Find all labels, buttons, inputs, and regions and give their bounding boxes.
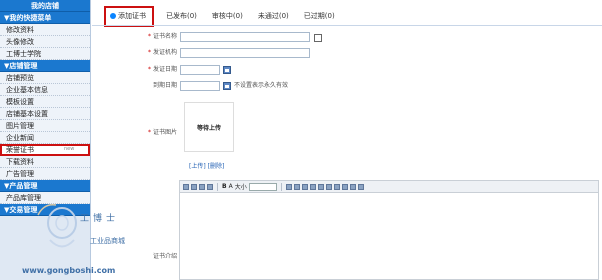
unlink-icon[interactable]	[293, 183, 300, 190]
copy-icon[interactable]	[191, 183, 197, 190]
sidebar-item-academy[interactable]: 工博士学院	[0, 48, 90, 60]
issue-date-label: * 发证日期	[147, 66, 177, 73]
sidebar-item-store-settings[interactable]: 店铺基本设置	[0, 108, 90, 120]
paste-text-icon[interactable]	[207, 183, 213, 190]
image-icon[interactable]	[301, 183, 308, 190]
upload-link[interactable]: [上传]	[189, 163, 206, 170]
tab-published[interactable]: 已发布(0)	[166, 11, 197, 21]
tab-rejected[interactable]: 未通过(0)	[258, 11, 289, 21]
sidebar-section-trade-manage[interactable]: ▼交易管理	[0, 204, 90, 216]
sidebar-item-ads[interactable]: 广告管理	[0, 168, 90, 180]
tab-bar: 添加证书 已发布(0) 审核中(0) 未通过(0) 已过期(0)	[92, 0, 602, 30]
sidebar-section-store-manage[interactable]: ▼店铺管理	[0, 60, 90, 72]
add-circle-icon	[110, 12, 116, 19]
intro-label: 证书介绍	[152, 253, 177, 260]
row-intro: 证书介绍	[92, 252, 592, 262]
tab-divider	[92, 25, 602, 26]
sidebar: 我的店铺 ▼我的快捷菜单 修改资料 头像修改 工博士学院 ▼店铺管理 店铺预览 …	[0, 0, 91, 280]
align-left-icon[interactable]	[333, 183, 340, 190]
watermark-subtitle: 工业品商城	[90, 237, 125, 245]
row-issue-date: * 发证日期	[92, 65, 592, 75]
table-icon[interactable]	[309, 183, 316, 190]
row-cert-name: * 证书名称	[92, 32, 592, 42]
tab-add-certificate[interactable]: 添加证书	[104, 5, 154, 27]
sidebar-title: 我的店铺	[0, 0, 90, 12]
sidebar-item-downloads[interactable]: 下载资料	[0, 156, 90, 168]
bold-icon[interactable]: B	[222, 183, 227, 190]
font-size-label: 大小	[234, 184, 247, 191]
sidebar-item-image-manage[interactable]: 图片管理	[0, 120, 90, 132]
sidebar-item-product-library[interactable]: 产品库管理	[0, 192, 90, 204]
tab-add-certificate-label: 添加证书	[118, 11, 146, 20]
row-issuer: * 发证机构	[92, 48, 592, 58]
sidebar-item-company-news[interactable]: 企业新闻	[0, 132, 90, 144]
sidebar-item-store-preview[interactable]: 店铺预览	[0, 72, 90, 84]
expire-date-label: 到期日期	[152, 82, 177, 89]
row-expire-date: 到期日期 不设置表示永久有效	[92, 81, 592, 91]
align-center-icon[interactable]	[341, 183, 348, 190]
image-upload-preview: 等待上传	[184, 102, 234, 152]
cert-image-label: * 证书图片	[147, 129, 177, 136]
cert-name-label: * 证书名称	[147, 33, 177, 40]
calendar-icon[interactable]	[223, 82, 231, 90]
expire-date-input[interactable]	[180, 81, 220, 91]
sidebar-item-avatar[interactable]: 头像修改	[0, 36, 90, 48]
certificate-form: * 证书名称 * 发证机构 * 发证日期 到期日期 不设置表示永久有效 * 证书图片 等…	[92, 30, 602, 280]
sidebar-section-quick-menu[interactable]: ▼我的快捷菜单	[0, 12, 90, 24]
special-char-icon[interactable]	[325, 183, 332, 190]
align-right-icon[interactable]	[349, 183, 356, 190]
row-cert-image: * 证书图片	[92, 128, 592, 138]
issue-date-input[interactable]	[180, 65, 220, 75]
font-color-icon[interactable]: A	[229, 183, 233, 190]
editor-toolbar: B A 大小	[180, 181, 598, 193]
cert-name-input[interactable]	[180, 32, 310, 42]
issuer-input[interactable]	[180, 48, 310, 58]
new-badge: new	[64, 146, 75, 152]
paste-icon[interactable]	[199, 183, 205, 190]
calendar-icon[interactable]	[223, 66, 231, 74]
issuer-label: * 发证机构	[147, 49, 177, 56]
cut-icon[interactable]	[183, 183, 189, 190]
sidebar-item-company-info[interactable]: 企业基本信息	[0, 84, 90, 96]
sidebar-item-template[interactable]: 模板设置	[0, 96, 90, 108]
font-size-select[interactable]	[248, 182, 277, 191]
source-icon[interactable]	[357, 183, 364, 190]
select-box-icon[interactable]	[314, 34, 322, 42]
tab-reviewing[interactable]: 审核中(0)	[212, 11, 243, 21]
sidebar-item-edit-profile[interactable]: 修改资料	[0, 24, 90, 36]
sidebar-section-product-manage[interactable]: ▼产品管理	[0, 180, 90, 192]
sidebar-item-honor-certificate[interactable]: 荣誉证书	[0, 144, 90, 156]
delete-link[interactable]: [删除]	[208, 163, 225, 170]
expire-hint: 不设置表示永久有效	[234, 82, 289, 89]
watermark-title: 工博士	[80, 214, 120, 224]
watermark-url: www.gongboshi.com	[22, 266, 116, 275]
tab-expired[interactable]: 已过期(0)	[304, 11, 335, 21]
hr-icon[interactable]	[317, 183, 324, 190]
link-icon[interactable]	[285, 183, 292, 190]
rich-text-editor[interactable]: B A 大小	[179, 180, 599, 280]
